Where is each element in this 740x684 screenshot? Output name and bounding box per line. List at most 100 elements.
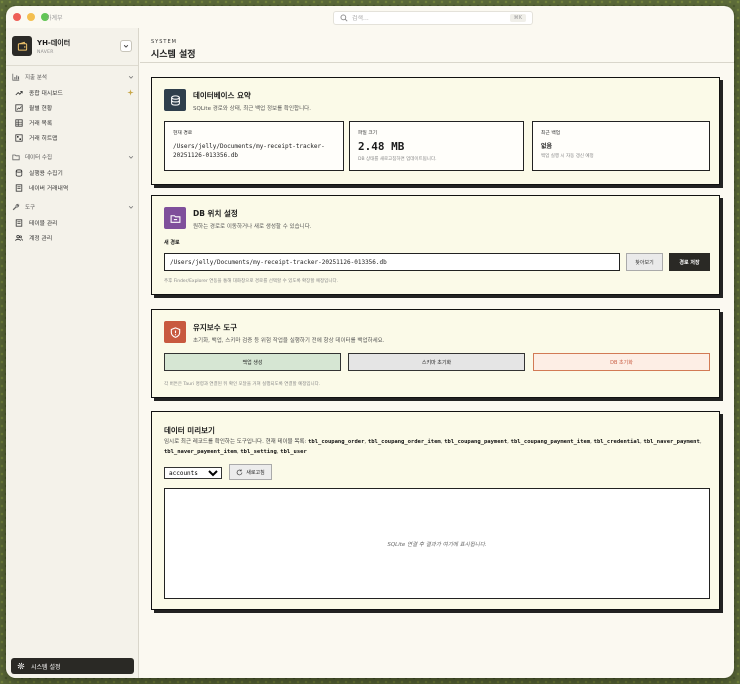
stat-last-backup: 최근 백업 없음 백업 실행 시 자동 갱신 예정 xyxy=(532,121,710,171)
table-select[interactable]: accounts xyxy=(164,467,222,479)
sidebar-item-label: 월별 현황 xyxy=(29,106,53,112)
stat-value-backup: 없음 xyxy=(541,143,553,150)
database-icon xyxy=(15,168,23,177)
db-location-icon-box xyxy=(164,207,186,229)
wallet-icon xyxy=(17,41,27,51)
stat-label: 최근 백업 xyxy=(541,131,561,136)
bar-chart-icon xyxy=(12,73,20,81)
sidebar-item-naver-transactions[interactable]: 네이버 거래내역 xyxy=(12,180,134,195)
reset-schema-button[interactable]: 스키마 초기화 xyxy=(348,353,525,371)
table-name: tbl_naver_payment xyxy=(643,439,700,445)
chevron-down-icon xyxy=(128,155,134,159)
table-name: tbl_coupang_order_item xyxy=(367,439,441,445)
page-title: 시스템 설정 xyxy=(151,50,196,60)
chevron-down-icon xyxy=(128,75,134,79)
global-search[interactable]: ⌘K xyxy=(333,11,533,25)
chevron-down-icon xyxy=(128,205,134,209)
nav-group-collection[interactable]: 데이터 수집 xyxy=(12,150,134,164)
wrench-icon xyxy=(12,203,20,211)
table-name: tbl_setting xyxy=(240,448,277,455)
database-icon xyxy=(170,94,180,106)
card-description: 원하는 경로로 이동하거나 새로 생성할 수 있습니다. xyxy=(193,224,312,230)
title-bar: 가계부 ⌘K xyxy=(6,6,734,28)
nav-group-label: 데이터 수집 xyxy=(25,155,53,161)
workspace-subtitle: NAVER xyxy=(37,49,54,55)
sidebar-item-collector[interactable]: 실행용 수집기 xyxy=(12,165,134,180)
table-name: tbl_naver_payment_item xyxy=(164,448,237,455)
sidebar: YH-데이터 NAVER 지출 분석 종합 대시보드 월별 현황 거래 목록 거… xyxy=(6,28,139,678)
reset-db-button[interactable]: DB 초기화 xyxy=(533,353,710,371)
sidebar-divider xyxy=(6,65,138,66)
users-icon xyxy=(15,234,23,241)
page-eyebrow: SYSTEM xyxy=(151,39,177,45)
sidebar-item-transactions[interactable]: 거래 목록 xyxy=(12,115,134,130)
create-backup-button[interactable]: 백업 생성 xyxy=(164,353,341,371)
stat-note: 백업 실행 시 자동 갱신 예정 xyxy=(541,154,594,159)
document-icon xyxy=(15,183,23,192)
chevron-down-icon xyxy=(123,44,129,48)
gear-icon xyxy=(17,662,25,670)
stat-value-path: /Users/jelly/Documents/my-receipt-tracke… xyxy=(173,143,325,159)
stat-note: DB 상태를 새로고침하면 업데이트됩니다. xyxy=(358,157,437,162)
card-title: 데이터베이스 요약 xyxy=(193,91,251,100)
app-name: 가계부 xyxy=(46,15,63,22)
search-shortcut-badge: ⌘K xyxy=(509,14,526,22)
grid-chart-icon xyxy=(15,103,23,112)
workspace-dropdown-button[interactable] xyxy=(120,40,132,52)
header-divider xyxy=(140,62,734,63)
stat-value-size: 2.48 MB xyxy=(358,140,405,153)
heatmap-icon xyxy=(15,133,23,142)
sidebar-item-label: 거래 목록 xyxy=(29,121,53,127)
sidebar-item-label: 거래 히트맵 xyxy=(29,136,58,142)
sidebar-item-heatmap[interactable]: 거래 히트맵 xyxy=(12,130,134,145)
card-title: 데이터 미리보기 xyxy=(164,426,215,435)
db-location-card: DB 위치 설정 원하는 경로로 이동하거나 새로 생성할 수 있습니다. 새 … xyxy=(151,195,720,295)
main-content: SYSTEM 시스템 설정 데이터베이스 요약 SQLite 경로와 상태, 최… xyxy=(140,28,734,678)
stat-current-path: 현재 경로 /Users/jelly/Documents/my-receipt-… xyxy=(164,121,344,171)
sidebar-item-monthly[interactable]: 월별 현황 xyxy=(12,100,134,115)
window-controls xyxy=(13,13,49,21)
card-description: SQLite 경로와 상태, 최근 백업 정보를 확인합니다. xyxy=(193,106,311,112)
nav-group-tools[interactable]: 도구 xyxy=(12,200,134,214)
sidebar-item-dashboard[interactable]: 종합 대시보드 xyxy=(12,85,134,100)
maintenance-card: 유지보수 도구 초기화, 백업, 스키마 검증 등 위험 작업을 실행하기 전에… xyxy=(151,309,720,398)
search-icon xyxy=(340,14,348,22)
db-path-input[interactable] xyxy=(164,253,620,271)
save-path-button[interactable]: 경로 저장 xyxy=(669,253,710,271)
refresh-label: 새로고침 xyxy=(246,469,265,476)
table-name: tbl_user xyxy=(280,448,307,455)
sidebar-item-label: 계정 관리 xyxy=(29,236,53,242)
table-name: tbl_credential xyxy=(593,439,641,445)
close-window-button[interactable] xyxy=(13,13,21,21)
maintenance-icon-box xyxy=(164,321,186,343)
refresh-icon xyxy=(237,469,243,475)
table-name: tbl_coupang_payment xyxy=(444,439,508,445)
workspace-switcher[interactable]: YH-데이터 NAVER xyxy=(12,33,132,59)
nav-group-label: 도구 xyxy=(25,205,36,211)
field-label: 새 경로 xyxy=(164,240,180,246)
sparkle-icon xyxy=(127,89,134,96)
sidebar-item-label: 종합 대시보드 xyxy=(29,91,63,97)
nav-group-spending[interactable]: 지출 분석 xyxy=(12,70,134,84)
card-note: 추후 Finder/Explorer 연동을 통해 대화창으로 경로를 선택할 … xyxy=(164,279,339,284)
preview-results-area: SQLite 연결 후 결과가 여기에 표시됩니다. xyxy=(164,488,710,599)
db-summary-card: 데이터베이스 요약 SQLite 경로와 상태, 최근 백업 정보를 확인합니다… xyxy=(151,77,720,185)
sidebar-item-accounts[interactable]: 계정 관리 xyxy=(12,230,134,245)
sidebar-item-table-management[interactable]: 테이블 관리 xyxy=(12,215,134,230)
browse-button[interactable]: 찾아보기 xyxy=(626,253,663,271)
card-title: DB 위치 설정 xyxy=(193,209,238,218)
sidebar-item-label: 시스템 설정 xyxy=(31,663,61,671)
stat-file-size: 파일 크기 2.48 MB DB 상태를 새로고침하면 업데이트됩니다. xyxy=(349,121,524,171)
list-icon xyxy=(15,218,23,227)
card-description: 초기화, 백업, 스키마 검증 등 위험 작업을 실행하기 전에 항상 데이터를… xyxy=(193,338,385,344)
workspace-logo xyxy=(12,36,32,56)
table-list-prefix: 임시로 최근 레코드를 확인하는 도구입니다. 현재 테이블 목록: xyxy=(164,439,307,445)
minimize-window-button[interactable] xyxy=(27,13,35,21)
search-input[interactable] xyxy=(352,14,510,22)
table-icon xyxy=(15,118,23,127)
sidebar-item-system-settings[interactable]: 시스템 설정 xyxy=(11,658,134,674)
stat-label: 파일 크기 xyxy=(358,131,378,136)
trend-up-icon xyxy=(15,90,23,95)
card-note: 각 버튼은 Tauri 명령과 연결된 뒤 확인 모달을 거쳐 실행되도록 연결… xyxy=(164,382,321,387)
refresh-button[interactable]: 새로고침 xyxy=(229,464,272,480)
